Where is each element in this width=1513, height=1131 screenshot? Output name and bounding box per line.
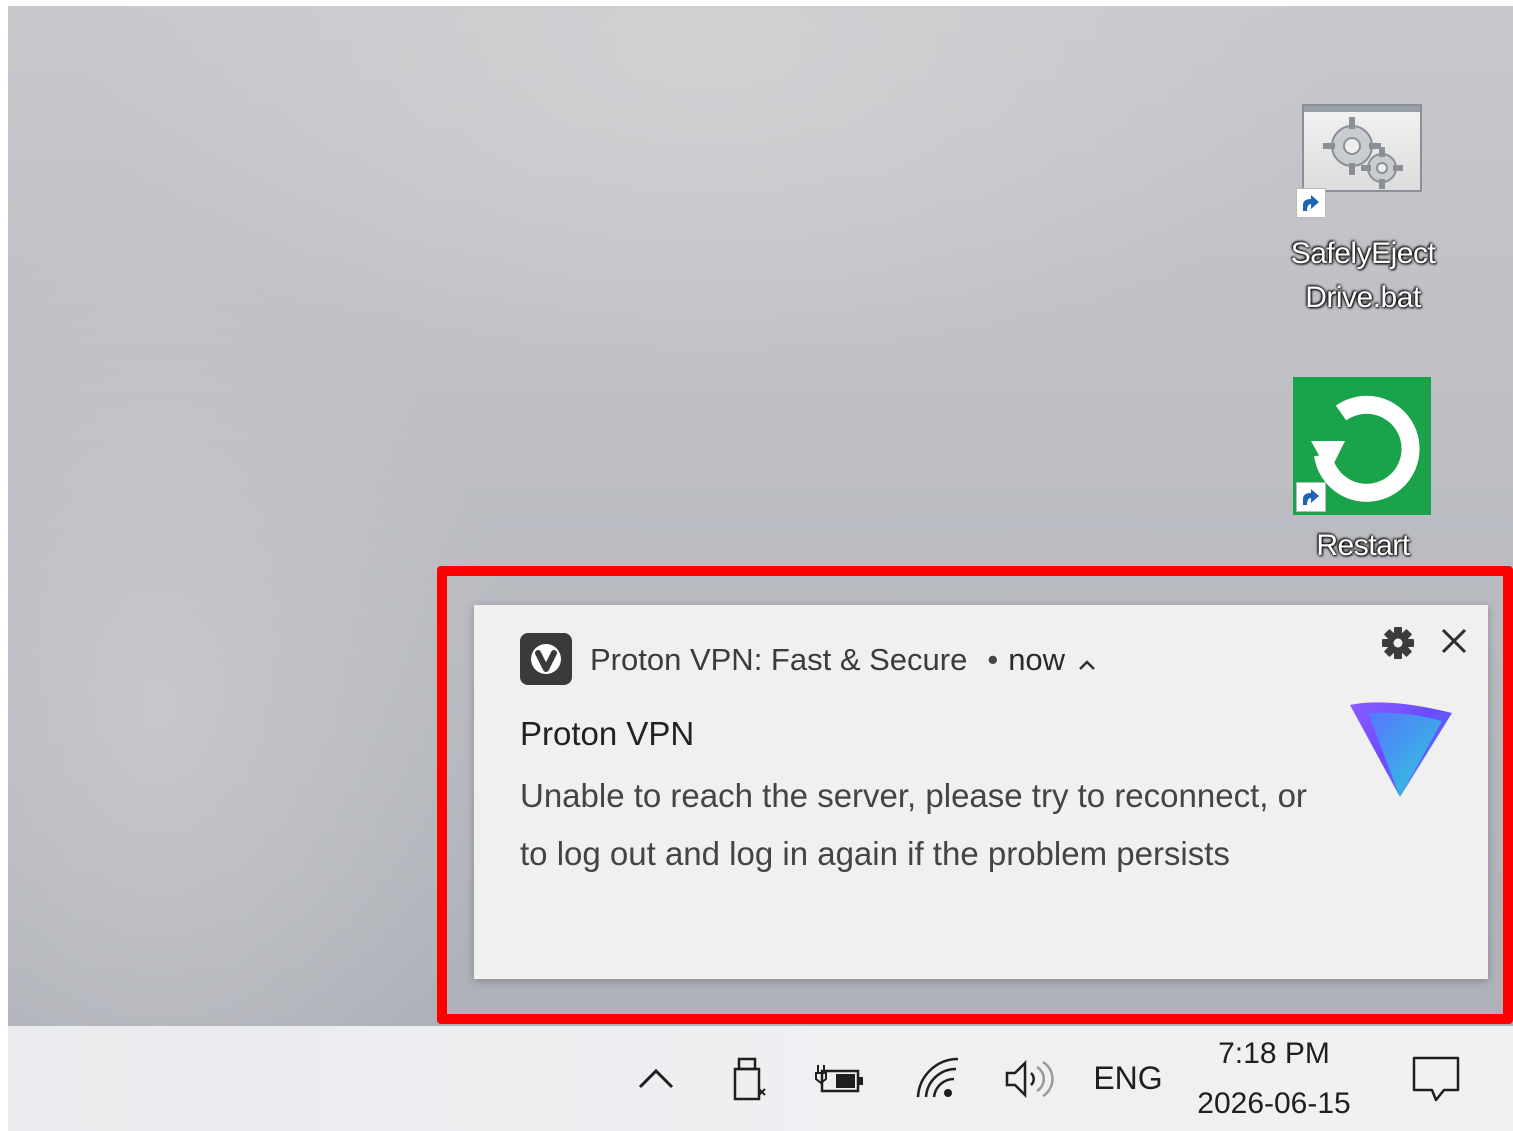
desktop-icon-safelyeject[interactable]: SafelyEject Drive.bat xyxy=(1273,232,1453,320)
wifi-icon[interactable] xyxy=(910,1026,966,1131)
usb-drive-icon[interactable] xyxy=(724,1026,774,1131)
battery-charging-icon[interactable] xyxy=(812,1026,868,1131)
desktop-icon-label: Drive.bat xyxy=(1305,281,1421,314)
action-center-icon[interactable] xyxy=(1404,1026,1468,1131)
vivaldi-icon xyxy=(520,633,572,685)
gears-window-icon[interactable] xyxy=(1302,104,1422,192)
desktop-icon-label: SafelyEject xyxy=(1290,237,1436,270)
screen: SafelyEject Drive.bat Restart Proton VPN… xyxy=(0,0,1513,1131)
desktop-icon-restart[interactable]: Restart xyxy=(1273,524,1453,568)
notification-time: now xyxy=(1008,642,1066,677)
notification-toast[interactable]: Proton VPN: Fast & Secure • now Proton V… xyxy=(474,605,1488,979)
shortcut-arrow-icon xyxy=(1296,188,1326,218)
taskbar: ENG 7:18 PM 2026-06-15 xyxy=(8,1026,1513,1131)
gears-icon xyxy=(1323,117,1403,189)
notification-header: Proton VPN: Fast & Secure • now xyxy=(590,635,1097,687)
desktop-icon-label: Restart xyxy=(1316,529,1410,562)
clock[interactable]: 7:18 PM 2026-06-15 xyxy=(1184,1026,1364,1131)
notification-title: Proton VPN xyxy=(520,715,695,752)
chevron-up-icon[interactable] xyxy=(1077,637,1097,687)
language-indicator[interactable]: ENG xyxy=(1080,1026,1176,1131)
clock-time: 7:18 PM xyxy=(1218,1036,1330,1070)
header-separator: • xyxy=(987,642,999,677)
speaker-icon[interactable] xyxy=(998,1026,1060,1131)
notification-body: Unable to reach the server, please try t… xyxy=(520,777,1307,872)
close-icon[interactable] xyxy=(1434,621,1474,661)
clock-date: 2026-06-15 xyxy=(1197,1086,1351,1120)
shortcut-arrow-icon xyxy=(1296,482,1326,512)
notification-app-name: Proton VPN: Fast & Secure xyxy=(590,642,968,677)
gear-icon[interactable] xyxy=(1378,623,1418,663)
chevron-up-icon[interactable] xyxy=(630,1026,682,1131)
proton-vpn-logo-icon xyxy=(1346,699,1456,799)
